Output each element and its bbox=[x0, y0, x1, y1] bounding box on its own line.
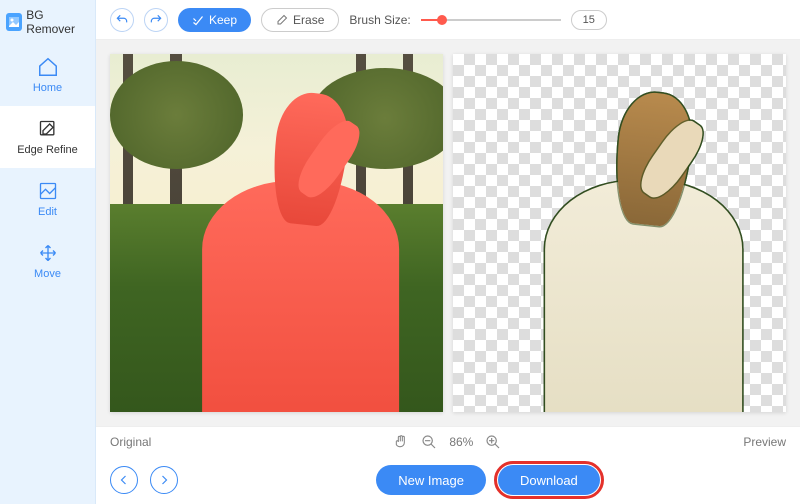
prev-image-button[interactable] bbox=[110, 466, 138, 494]
app-name: BG Remover bbox=[26, 8, 89, 36]
erase-label: Erase bbox=[293, 13, 324, 27]
home-icon bbox=[37, 56, 59, 78]
original-image bbox=[110, 54, 443, 412]
sidebar-item-edge-refine[interactable]: Edge Refine bbox=[0, 106, 95, 168]
zoom-value: 86% bbox=[449, 435, 473, 449]
original-label: Original bbox=[110, 435, 151, 449]
main: Keep Erase Brush Size: 15 bbox=[96, 0, 800, 504]
edit-icon bbox=[37, 180, 59, 202]
workspace bbox=[96, 40, 800, 426]
sidebar-item-label: Move bbox=[34, 268, 61, 280]
undo-button[interactable] bbox=[110, 8, 134, 32]
zoom-in-button[interactable] bbox=[485, 434, 501, 450]
preview-label: Preview bbox=[743, 435, 786, 449]
cutout-image bbox=[453, 54, 786, 412]
download-button[interactable]: Download bbox=[498, 465, 600, 495]
next-image-button[interactable] bbox=[150, 466, 178, 494]
brush-size-value[interactable]: 15 bbox=[571, 10, 607, 30]
status-bar: Original 86% Preview bbox=[96, 426, 800, 456]
sidebar-item-move[interactable]: Move bbox=[0, 230, 95, 292]
logo-icon bbox=[6, 13, 22, 31]
brush-size-label: Brush Size: bbox=[349, 13, 410, 27]
app-logo: BG Remover bbox=[0, 0, 95, 44]
sidebar-item-home[interactable]: Home bbox=[0, 44, 95, 106]
pan-icon[interactable] bbox=[393, 434, 409, 450]
brush-size-slider[interactable] bbox=[421, 12, 561, 28]
erase-button[interactable]: Erase bbox=[261, 8, 339, 32]
redo-button[interactable] bbox=[144, 8, 168, 32]
sidebar: BG Remover Home Edge Refine Edit Move bbox=[0, 0, 96, 504]
keep-button[interactable]: Keep bbox=[178, 8, 251, 32]
keep-label: Keep bbox=[209, 13, 237, 27]
sidebar-item-label: Home bbox=[33, 82, 62, 94]
move-icon bbox=[37, 242, 59, 264]
new-image-button[interactable]: New Image bbox=[376, 465, 486, 495]
sidebar-item-edit[interactable]: Edit bbox=[0, 168, 95, 230]
footer: New Image Download bbox=[96, 456, 800, 504]
edge-refine-icon bbox=[37, 118, 59, 140]
toolbar: Keep Erase Brush Size: 15 bbox=[96, 0, 800, 40]
sidebar-item-label: Edit bbox=[38, 206, 57, 218]
zoom-out-button[interactable] bbox=[421, 434, 437, 450]
original-panel[interactable] bbox=[110, 54, 443, 412]
sidebar-item-label: Edge Refine bbox=[17, 144, 78, 156]
preview-panel[interactable] bbox=[453, 54, 786, 412]
